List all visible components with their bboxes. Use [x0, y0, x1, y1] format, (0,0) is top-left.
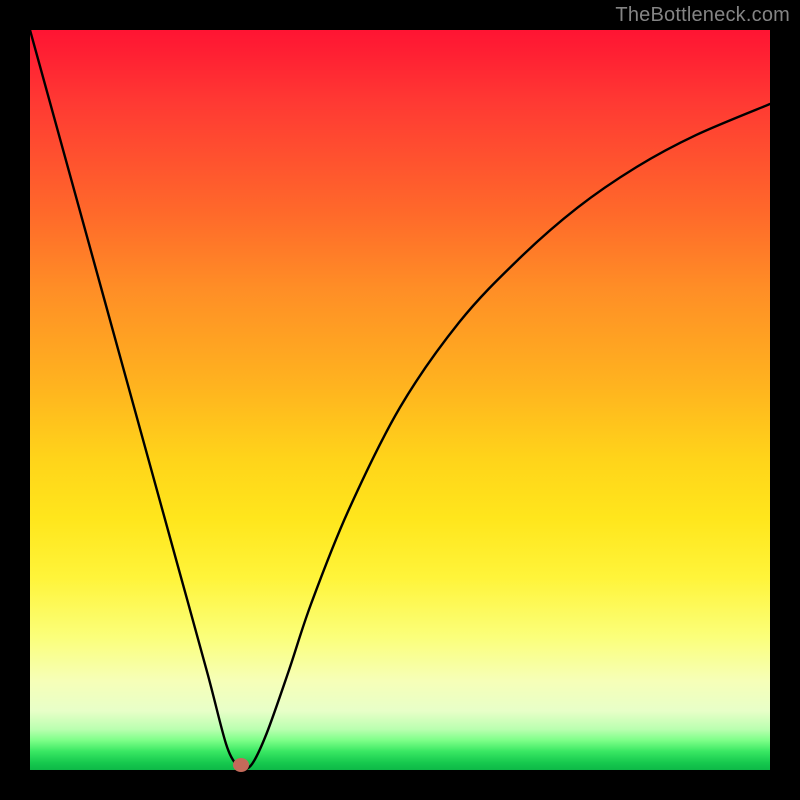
plot-area [30, 30, 770, 770]
curve-path [30, 30, 770, 770]
minimum-marker [233, 758, 249, 772]
chart-frame: TheBottleneck.com [0, 0, 800, 800]
watermark-text: TheBottleneck.com [615, 4, 790, 27]
curve-svg [30, 30, 770, 770]
